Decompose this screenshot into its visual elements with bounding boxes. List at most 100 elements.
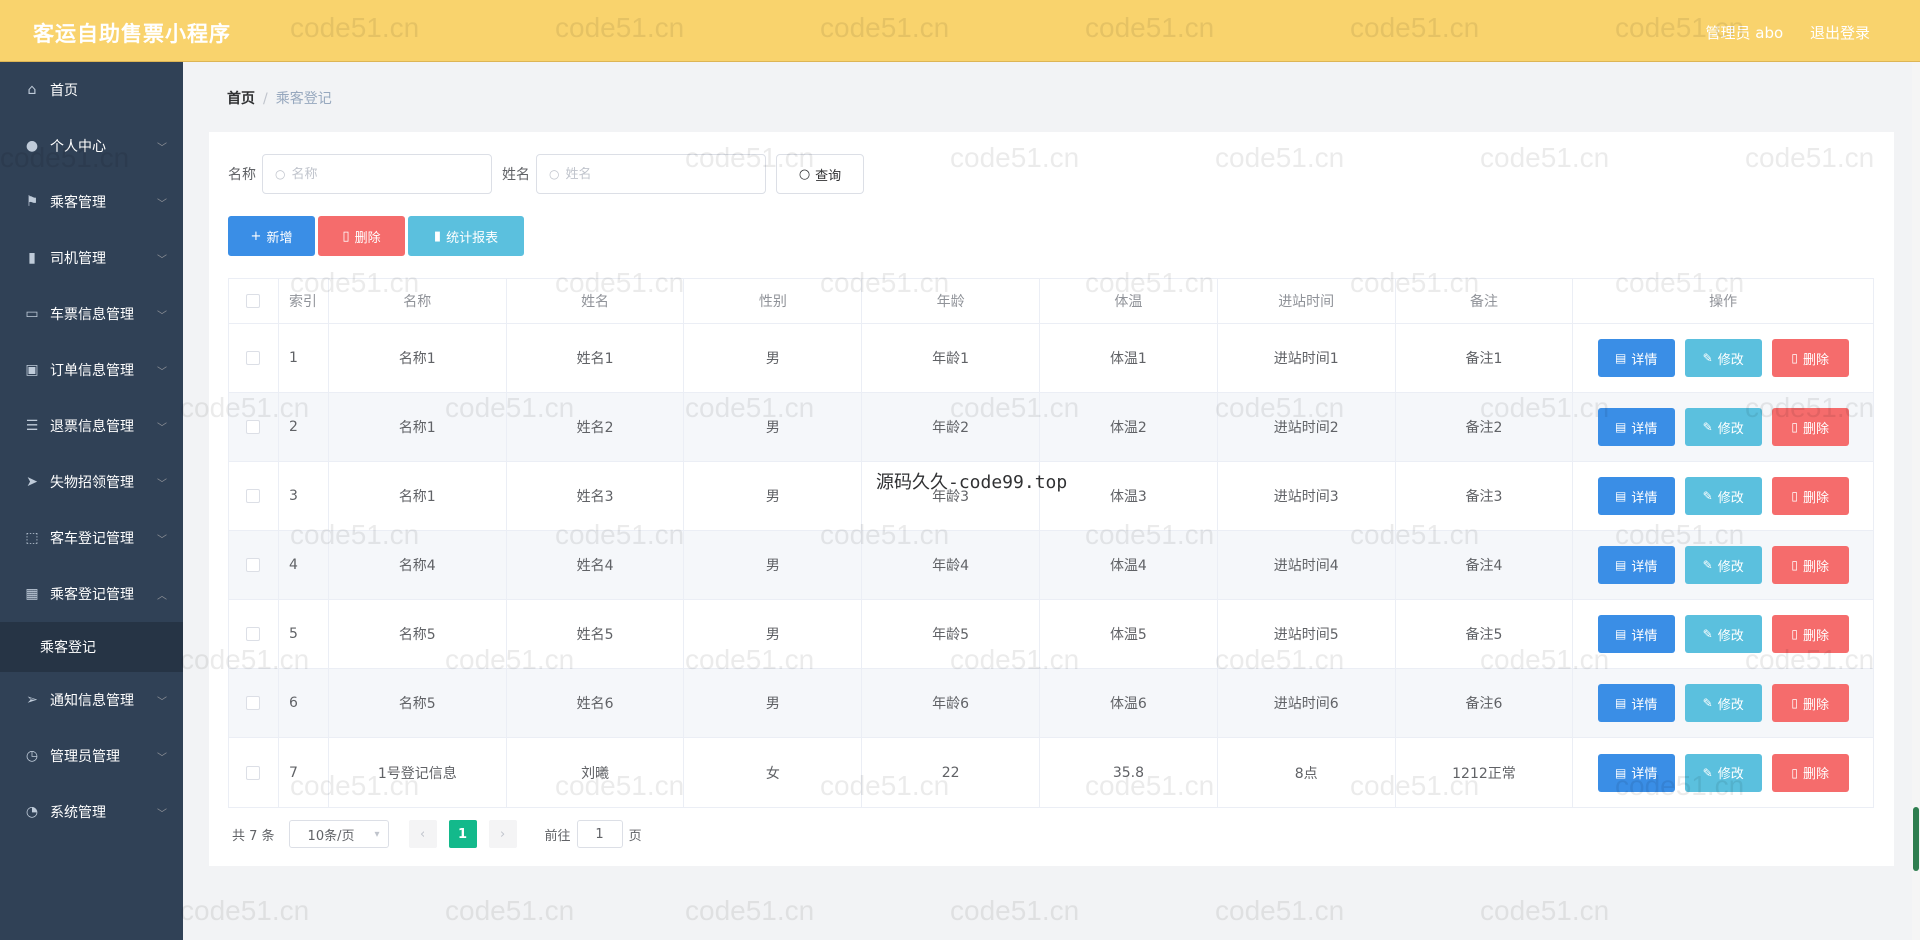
delete-button[interactable]: ▯ 删除: [1771, 753, 1849, 792]
sidebar-item[interactable]: ⌂ 首页: [0, 62, 183, 118]
pencil-icon: ✎: [1702, 558, 1713, 572]
header-user-area: 管理员 abo 退出登录: [1684, 22, 1870, 43]
row-checkbox[interactable]: [246, 627, 261, 641]
sidebar-subitem-passenger-register[interactable]: 乘客登记: [0, 622, 183, 672]
chevron-up-icon: ︿: [157, 591, 167, 602]
search-icon: ○: [549, 167, 560, 181]
next-page-button[interactable]: ›: [488, 820, 517, 848]
batch-delete-button[interactable]: ▯ 删除: [318, 216, 405, 256]
add-button[interactable]: + 新增: [228, 216, 315, 256]
trash-icon: ▯: [1791, 765, 1798, 780]
content-card: 名称 ○ 姓名 ○ ○ 查询 +新增 ▯删除 ▮统计报表 索引名称姓名性别年龄体…: [209, 132, 1894, 866]
stats-report-button[interactable]: ▮ 统计报表: [408, 216, 524, 256]
table-cell: 年龄2: [862, 393, 1041, 461]
goto-page-input[interactable]: [576, 820, 623, 848]
name-search-field[interactable]: ○: [262, 154, 492, 194]
prev-page-button[interactable]: ‹: [408, 820, 437, 848]
sidebar-item-label: 系统管理: [50, 805, 106, 821]
sidebar-item[interactable]: ◔ 系统管理 ﹀: [0, 784, 183, 840]
sidebar-item[interactable]: ● 个人中心 ﹀: [0, 118, 183, 174]
detail-button[interactable]: ▤ 详情: [1597, 408, 1675, 446]
sidebar-item[interactable]: ⬚ 客车登记管理 ﹀: [0, 510, 183, 566]
table-cell: 进站时间3: [1218, 462, 1396, 530]
table-cell: 进站时间6: [1218, 669, 1396, 737]
detail-button-label: 详情: [1631, 490, 1658, 506]
breadcrumb-home[interactable]: 首页: [227, 91, 255, 107]
edit-button[interactable]: ✎ 修改: [1684, 753, 1762, 792]
detail-button[interactable]: ▤ 详情: [1597, 477, 1675, 515]
sidebar-item[interactable]: ▣ 订单信息管理 ﹀: [0, 342, 183, 398]
row-checkbox[interactable]: [246, 558, 261, 572]
row-checkbox[interactable]: [246, 696, 261, 710]
page-number-current[interactable]: 1: [448, 820, 477, 848]
grid-icon: ▦: [25, 586, 39, 602]
delete-button[interactable]: ▯ 删除: [1771, 684, 1849, 722]
row-checkbox[interactable]: [246, 420, 261, 434]
delete-button[interactable]: ▯ 删除: [1771, 546, 1849, 584]
sidebar-item[interactable]: ◷ 管理员管理 ﹀: [0, 728, 183, 784]
row-checkbox[interactable]: [246, 351, 261, 365]
table-cell: 男: [684, 669, 863, 737]
sidebar-item[interactable]: ▦ 乘客登记管理 ︿: [0, 566, 183, 622]
table-cell: 7: [279, 738, 329, 807]
edit-button[interactable]: ✎ 修改: [1684, 684, 1762, 722]
clock-icon: ◷: [25, 748, 39, 764]
row-checkbox-cell: [229, 462, 279, 530]
detail-button[interactable]: ▤ 详情: [1597, 546, 1675, 584]
sidebar-item[interactable]: ☰ 退票信息管理 ﹀: [0, 398, 183, 454]
breadcrumb: 首页 / 乘客登记: [227, 88, 332, 108]
table-cell: 进站时间4: [1218, 531, 1396, 599]
delete-button[interactable]: ▯ 删除: [1771, 339, 1849, 377]
logout-link[interactable]: 退出登录: [1810, 24, 1870, 42]
table-cell: 3: [279, 462, 329, 530]
document-icon: ▤: [1614, 627, 1627, 641]
sidebar-item[interactable]: ⚑ 乘客管理 ﹀: [0, 174, 183, 230]
sidebar-item-label: 失物招领管理: [50, 475, 134, 491]
edit-button[interactable]: ✎ 修改: [1684, 477, 1762, 515]
chevron-down-icon: ﹀: [157, 367, 167, 378]
table-row: 4 名称4 姓名4 男年龄4 体温4 进站时间4 备注4 ▤ 详情 ✎ 修改 ▯ 删除: [229, 531, 1873, 600]
name-search-input[interactable]: [291, 166, 472, 182]
detail-button[interactable]: ▤ 详情: [1597, 615, 1675, 653]
page-scrollbar[interactable]: [1912, 62, 1920, 940]
person-search-input[interactable]: [565, 166, 746, 182]
name-search-label: 名称: [228, 167, 256, 183]
detail-button[interactable]: ▤ 详情: [1597, 753, 1675, 792]
edit-button[interactable]: ✎ 修改: [1684, 408, 1762, 446]
page-size-select[interactable]: 10条/页 ▾: [288, 820, 389, 848]
sidebar-item-label: 乘客登记管理: [50, 587, 134, 603]
sidebar-item[interactable]: ▮ 司机管理 ﹀: [0, 230, 183, 286]
delete-button[interactable]: ▯ 删除: [1771, 615, 1849, 653]
plus-icon: +: [250, 228, 262, 244]
delete-button[interactable]: ▯ 删除: [1771, 477, 1849, 515]
detail-button[interactable]: ▤ 详情: [1597, 339, 1675, 377]
table-cell: 名称1: [329, 462, 507, 530]
table-cell: 5: [279, 600, 329, 668]
row-checkbox[interactable]: [246, 765, 261, 780]
column-header: 性别: [684, 279, 863, 323]
row-checkbox[interactable]: [246, 489, 261, 503]
row-actions: ▤ 详情 ✎ 修改 ▯ 删除: [1573, 738, 1873, 807]
edit-button[interactable]: ✎ 修改: [1684, 546, 1762, 584]
query-button[interactable]: ○ 查询: [776, 154, 864, 194]
sidebar-item[interactable]: ➤ 失物招领管理 ﹀: [0, 454, 183, 510]
table-cell: 22: [862, 738, 1041, 807]
delete-button[interactable]: ▯ 删除: [1771, 408, 1849, 446]
detail-button[interactable]: ▤ 详情: [1597, 684, 1675, 722]
table-cell: 年龄5: [862, 600, 1041, 668]
table-cell: 姓名4: [507, 531, 685, 599]
sidebar-item[interactable]: ▭ 车票信息管理 ﹀: [0, 286, 183, 342]
person-search-field[interactable]: ○: [536, 154, 766, 194]
scrollbar-thumb[interactable]: [1913, 807, 1919, 871]
bar-chart-icon: ▮: [433, 228, 442, 244]
table-cell: 女: [684, 738, 863, 807]
row-checkbox-cell: [229, 738, 279, 807]
sidebar-item[interactable]: ➢ 通知信息管理 ﹀: [0, 672, 183, 728]
select-all-checkbox[interactable]: [246, 294, 261, 308]
passenger-table: 索引 名称 姓名 性别 年龄 体温 进站时间 备注 操作 1 名称1 姓名1 男年龄1 体温1 进站时间1 备…: [228, 278, 1874, 808]
table-cell: 男: [684, 531, 863, 599]
app-title: 客运自助售票小程序: [33, 22, 231, 46]
edit-button[interactable]: ✎ 修改: [1684, 615, 1762, 653]
table-cell: 姓名3: [507, 462, 685, 530]
edit-button[interactable]: ✎ 修改: [1684, 339, 1762, 377]
